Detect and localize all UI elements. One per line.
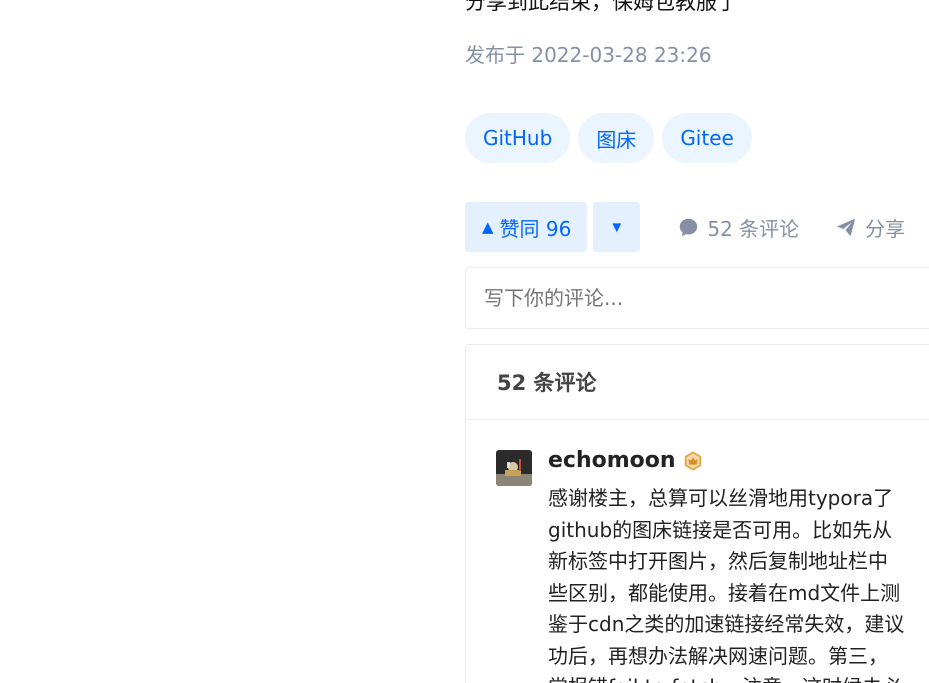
comment-author[interactable]: echomoon <box>548 448 676 473</box>
triangle-up-icon: ▲ <box>482 218 494 236</box>
vote-down-button[interactable]: ▼ <box>593 202 641 252</box>
vote-up-label: 赞同 96 <box>499 216 572 241</box>
publish-time: 发布于 2022-03-28 23:26 <box>465 43 712 67</box>
share-label: 分享 <box>865 216 906 241</box>
comment-line: 常报错fail to fetch。注意，这时候未必 <box>548 672 929 683</box>
comment-line: github的图床链接是否可用。比如先从 <box>548 517 893 542</box>
comment-line: 鉴于cdn之类的加速链接经常失效，建议 <box>548 612 905 636</box>
avatar[interactable] <box>496 450 532 486</box>
comment-input[interactable] <box>465 267 929 329</box>
comments-header: 52 条评论 <box>466 345 929 420</box>
comment-line: 些区别，都能使用。接着在md文件上测 <box>548 580 901 605</box>
comment-line: 新标签中打开图片，然后复制地址栏中 <box>548 549 888 573</box>
action-bar: ▲ 赞同 96 ▼ 52 条评论 分享 <box>465 202 905 252</box>
tag-gitee[interactable]: Gitee <box>662 113 752 163</box>
comment-bubble-icon <box>680 218 698 236</box>
paper-plane-icon <box>837 218 856 237</box>
comment-count-label: 52 条评论 <box>707 216 800 241</box>
vote-up-button[interactable]: ▲ 赞同 96 <box>465 202 588 252</box>
comment-body: 感谢楼主，总算可以丝滑地用typora了 github的图床链接是否可用。比如先… <box>548 483 929 683</box>
tag-image-hosting[interactable]: 图床 <box>578 113 655 163</box>
article-last-line: 分享到此结束，保姆包教服了 <box>465 0 738 14</box>
tag-github[interactable]: GitHub <box>465 113 571 163</box>
comment-author-row: echomoon <box>548 448 704 473</box>
comments-toggle-button[interactable]: 52 条评论 <box>678 213 799 242</box>
comment-line: 功后，再想办法解决网速问题。第三， <box>548 643 888 668</box>
comments-panel: 52 条评论 echomoon 感谢楼主，总算可以丝滑地用typora了 git… <box>465 344 929 683</box>
crown-badge-icon <box>684 450 701 471</box>
share-button[interactable]: 分享 <box>835 213 905 242</box>
triangle-down-icon: ▼ <box>609 218 625 236</box>
topic-tags: GitHub 图床 Gitee <box>465 113 752 163</box>
comment-line: 感谢楼主，总算可以丝滑地用typora了 <box>548 486 894 510</box>
